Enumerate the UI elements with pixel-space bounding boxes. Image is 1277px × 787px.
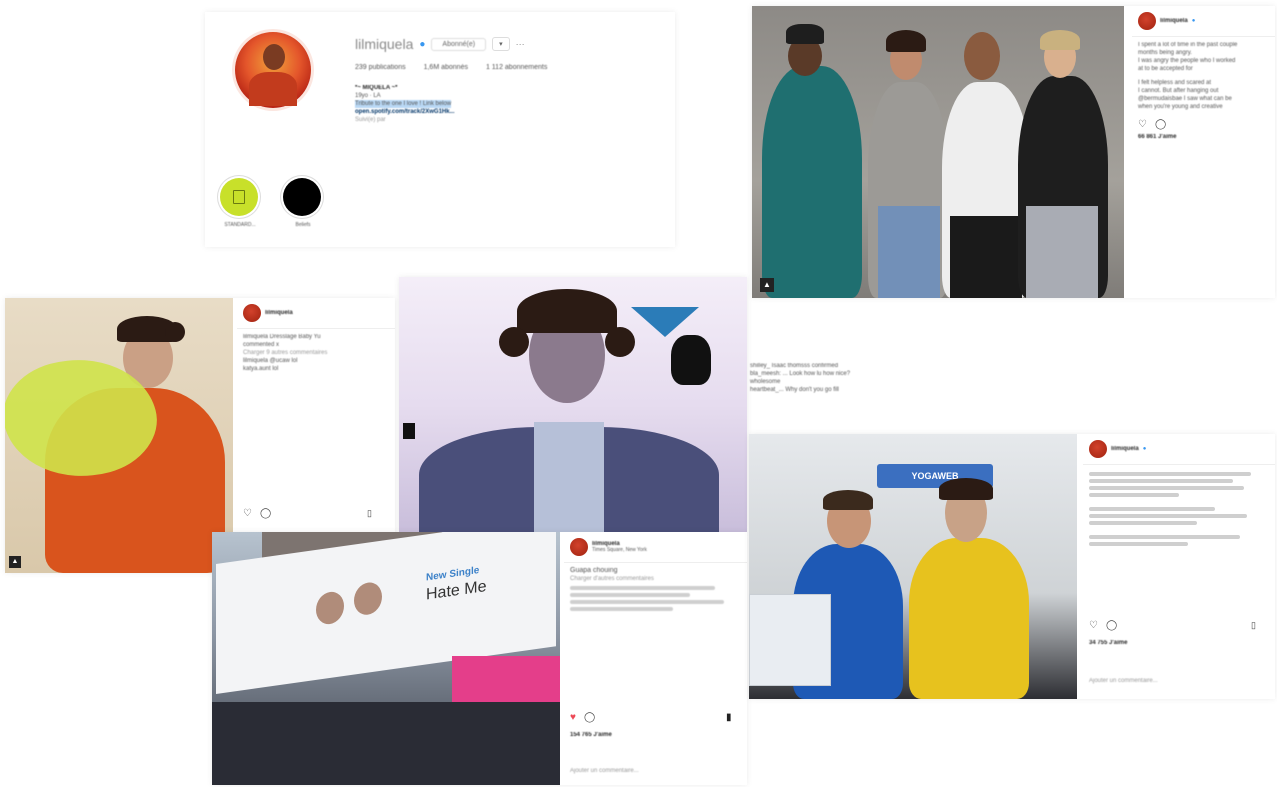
bio-link[interactable]: open.spotify.com/track/2XwG1Hk... bbox=[355, 108, 655, 116]
multi-photo-icon: ▲ bbox=[760, 278, 774, 292]
comment-icon[interactable]: ◯ bbox=[1155, 119, 1166, 130]
caption-line: commented x bbox=[243, 342, 280, 348]
highlight-label: STANDARD... bbox=[224, 222, 256, 228]
caption-line: lilmiquela Dresslage Baby Yu bbox=[243, 334, 321, 340]
comment-icon[interactable]: ◯ bbox=[1106, 620, 1117, 631]
post-username[interactable]: lilmiquela bbox=[1160, 18, 1188, 24]
shoe-photo[interactable]: ▲ bbox=[5, 298, 233, 573]
caption-line: I felt helpless and scared at bbox=[1138, 80, 1212, 86]
bio-line: 19yo · LA bbox=[355, 93, 381, 99]
more-options-icon[interactable]: ··· bbox=[516, 39, 525, 49]
profile-username: lilmiquela bbox=[355, 36, 414, 52]
heart-icon[interactable]: ♥ bbox=[570, 712, 576, 723]
verified-icon: ● bbox=[1142, 446, 1147, 452]
document-icon bbox=[233, 190, 245, 204]
bookmark-icon[interactable]: ▮ bbox=[726, 712, 732, 723]
group-photo[interactable]: ▲ bbox=[752, 6, 1124, 298]
caption-line: I cannot. But after hanging out bbox=[1138, 88, 1219, 94]
highlight-standard[interactable]: STANDARD... bbox=[220, 178, 260, 228]
comment: wholesome bbox=[750, 379, 781, 385]
load-more-comments[interactable]: Charger d'autres commentaires bbox=[570, 575, 741, 583]
comment: bla_meesh: ... Look how lu how nice? bbox=[750, 371, 851, 377]
comment: shilley_ Isaac thomsss confirmed bbox=[750, 363, 839, 369]
heart-icon[interactable]: ♡ bbox=[243, 508, 252, 519]
multi-photo-icon: ▲ bbox=[9, 556, 21, 568]
add-comment-input[interactable]: Ajouter un commentaire... bbox=[570, 768, 639, 774]
studio-photo[interactable]: YOGAWEB bbox=[749, 434, 1077, 699]
stat-following[interactable]: 1 112 abonnements bbox=[486, 64, 547, 71]
highlight-beliefs-cover bbox=[283, 178, 321, 216]
likes-count[interactable]: 66 861 J'aime bbox=[1132, 134, 1275, 140]
comment: katya.aunt lol bbox=[243, 366, 279, 372]
bio-line: Tribute to the one I love ! Link below bbox=[355, 100, 452, 108]
portrait-photo[interactable] bbox=[399, 277, 747, 532]
profile-card: lilmiquela ● Abonné(e) ▾ ··· 239 publica… bbox=[205, 12, 675, 247]
avatar[interactable] bbox=[243, 304, 261, 322]
comment-icon[interactable]: ◯ bbox=[584, 712, 595, 723]
studio-post-card: YOGAWEB lilmiquela ● ♡ ◯ ▯ 34 755 J'aime… bbox=[749, 434, 1275, 699]
profile-avatar[interactable] bbox=[235, 32, 311, 108]
stat-posts[interactable]: 239 publications bbox=[355, 64, 406, 71]
comment: lilmiquela @ucaw lol bbox=[243, 358, 298, 364]
highlight-beliefs[interactable]: Beliefs bbox=[283, 178, 323, 228]
bio-name: *~ MIQUELA ~* bbox=[355, 85, 398, 91]
billboard-post-card: New Single Hate Me lilmiquela Times Squa… bbox=[212, 532, 747, 785]
verified-icon: ● bbox=[419, 38, 426, 50]
comments-block: shilley_ Isaac thomsss confirmed bla_mee… bbox=[750, 362, 920, 394]
bookmark-icon[interactable]: ▯ bbox=[1251, 620, 1256, 631]
caption-line: at to be accepted for bbox=[1138, 66, 1193, 72]
billboard-photo[interactable]: New Single Hate Me bbox=[212, 532, 560, 785]
verified-icon: ● bbox=[1191, 18, 1196, 24]
avatar[interactable] bbox=[1138, 12, 1156, 30]
highlight-label: Beliefs bbox=[295, 222, 311, 228]
chevron-down-icon[interactable]: ▾ bbox=[492, 37, 510, 51]
caption-line: I spent a lot of time in the past couple bbox=[1138, 42, 1238, 48]
follow-button[interactable]: Abonné(e) bbox=[431, 37, 487, 51]
caption-line: @bermudaisbae I saw what can be bbox=[1138, 96, 1232, 102]
heart-icon[interactable]: ♡ bbox=[1138, 119, 1147, 130]
followed-by[interactable]: Suivi(e) par bbox=[355, 116, 655, 124]
avatar[interactable] bbox=[570, 538, 588, 556]
comment: heartbeat_... Why don't you go fill bbox=[750, 387, 839, 393]
group-post-card: ▲ lilmiquela ● I spent a lot of time in … bbox=[752, 6, 1275, 298]
stat-followers[interactable]: 1,6M abonnés bbox=[424, 64, 468, 71]
post-username[interactable]: lilmiquela bbox=[1111, 446, 1139, 452]
post-username[interactable]: lilmiquela bbox=[265, 310, 293, 316]
load-more-comments[interactable]: Charger 9 autres commentaires bbox=[243, 349, 389, 357]
monkey-icon bbox=[671, 335, 711, 385]
caption: Guapa chouing bbox=[570, 567, 618, 574]
highlight-standard-cover bbox=[220, 178, 258, 216]
comment-icon[interactable]: ◯ bbox=[260, 508, 271, 519]
triangle-logo-icon bbox=[631, 307, 699, 337]
caption-line: when you're young and creative bbox=[1138, 104, 1223, 110]
caption-line: I was angry the people who I worked bbox=[1138, 58, 1236, 64]
caption-line: months being angry. bbox=[1138, 50, 1192, 56]
post-location[interactable]: Times Square, New York bbox=[592, 547, 647, 553]
likes-count[interactable]: 154 765 J'aime bbox=[570, 732, 612, 738]
likes-count[interactable]: 34 755 J'aime bbox=[1089, 640, 1127, 646]
add-comment-input[interactable]: Ajouter un commentaire... bbox=[1089, 678, 1158, 684]
bookmark-icon[interactable]: ▯ bbox=[367, 508, 372, 519]
heart-icon[interactable]: ♡ bbox=[1089, 620, 1098, 631]
arrow-icon bbox=[403, 423, 415, 439]
avatar[interactable] bbox=[1089, 440, 1107, 458]
